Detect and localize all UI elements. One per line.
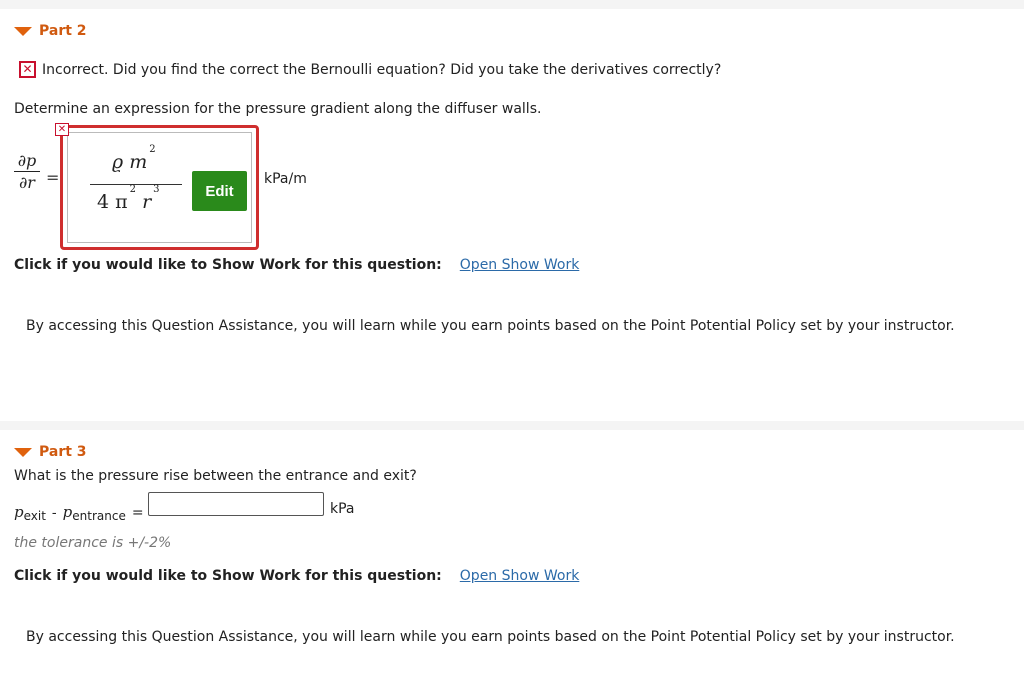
part3-header[interactable]: Part 3 — [14, 444, 87, 460]
r-symbol: r — [142, 191, 152, 213]
minus-sign: - — [51, 505, 57, 521]
open-show-work-link[interactable]: Open Show Work — [460, 568, 580, 584]
fraction-denominator: 4 π2 r3 — [97, 184, 187, 213]
question-assistance-text: By accessing this Question Assistance, y… — [26, 318, 955, 334]
p-entrance-symbol: p — [62, 503, 73, 521]
question-assistance-text: By accessing this Question Assistance, y… — [26, 629, 955, 645]
tolerance-note: the tolerance is +/-2% — [14, 535, 172, 551]
part2-header[interactable]: Part 2 — [14, 23, 87, 39]
showwork-label: Click if you would like to Show Work for… — [14, 568, 442, 584]
feedback-text: Incorrect. Did you find the correct the … — [42, 61, 722, 78]
part3-title: Part 3 — [39, 444, 87, 460]
part3-panel: Part 3 What is the pressure rise between… — [0, 430, 1024, 691]
pi-exponent: 2 — [129, 183, 137, 195]
lhs-denominator: ∂r — [19, 173, 35, 192]
fraction-bar — [90, 184, 182, 185]
pressure-difference-label: p exit - p entrance = — [14, 503, 150, 523]
pressure-rise-input[interactable] — [148, 492, 324, 516]
part2-unit: kPa/m — [264, 171, 307, 187]
p-exit-symbol: p — [14, 503, 24, 521]
feedback-message: ✕ Incorrect. Did you find the correct th… — [19, 61, 721, 78]
part3-question: What is the pressure rise between the en… — [14, 468, 417, 484]
collapse-triangle-icon[interactable] — [14, 26, 32, 36]
m-exponent: 2 — [149, 143, 156, 155]
collapse-triangle-icon[interactable] — [14, 447, 32, 457]
edit-button[interactable]: Edit — [192, 171, 247, 211]
part3-unit: kPa — [330, 501, 355, 517]
error-marker-icon: ✕ — [55, 123, 69, 136]
exit-subscript: exit — [23, 509, 46, 523]
part2-showwork: Click if you would like to Show Work for… — [14, 257, 579, 273]
part3-showwork: Click if you would like to Show Work for… — [14, 568, 579, 584]
part2-question: Determine an expression for the pressure… — [14, 101, 542, 117]
equals-sign: = — [131, 505, 144, 521]
equals-sign: = — [46, 168, 60, 187]
fraction-numerator: ϱ m2 — [112, 144, 172, 173]
showwork-label: Click if you would like to Show Work for… — [14, 257, 442, 273]
lhs-derivative: ∂p ∂r — [14, 151, 40, 192]
pi-symbol: π — [115, 191, 128, 213]
r-exponent: 3 — [153, 183, 160, 195]
rho-symbol: ϱ — [112, 151, 124, 173]
incorrect-x-icon: ✕ — [19, 61, 36, 78]
entrance-subscript: entrance — [72, 509, 126, 523]
open-show-work-link[interactable]: Open Show Work — [460, 257, 580, 273]
part2-title: Part 2 — [39, 23, 87, 39]
coef-four: 4 — [97, 191, 110, 213]
m-symbol: m — [129, 151, 148, 173]
part2-panel: Part 2 ✕ Incorrect. Did you find the cor… — [0, 9, 1024, 421]
lhs-numerator: ∂p — [14, 151, 40, 172]
